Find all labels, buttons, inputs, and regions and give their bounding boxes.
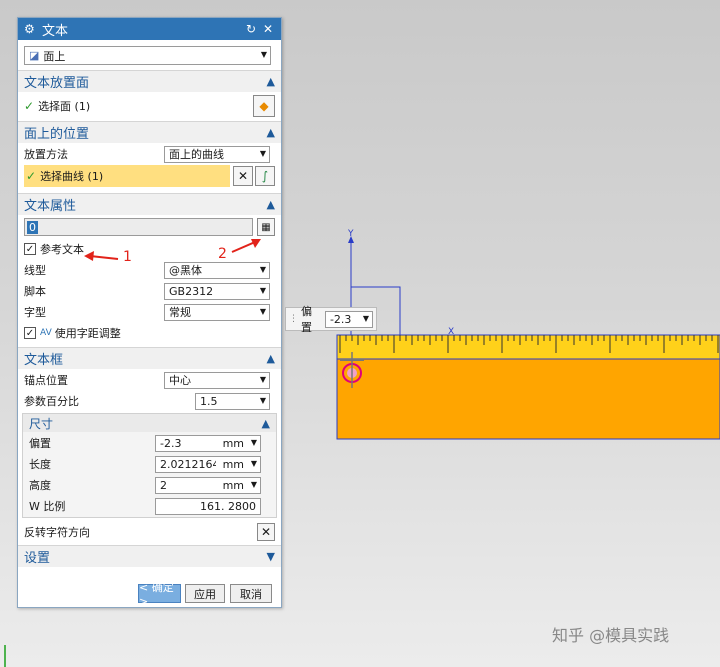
chevron-down-icon: ▼ <box>259 395 266 405</box>
text-input[interactable]: 0 <box>24 218 253 236</box>
style-label: 字型 <box>24 306 46 319</box>
chevron-down-icon: ▼ <box>259 264 266 274</box>
offset-input[interactable]: -2.3 mm ▼ <box>155 434 261 452</box>
check-icon: ✓ <box>26 169 37 183</box>
annotation-2: 2 <box>218 246 227 262</box>
apply-button[interactable]: 应用 <box>185 584 225 603</box>
length-input[interactable]: 2.02121640 mm ▼ <box>155 455 261 473</box>
chevron-up-icon[interactable]: ▲ <box>267 75 275 88</box>
check-icon: ✓ <box>24 99 35 113</box>
face-type-icon: ◪ <box>29 49 40 62</box>
offset-label: 偏置 <box>29 437 51 450</box>
wscale-label: W 比例 <box>29 500 66 513</box>
font-label: 线型 <box>24 264 46 277</box>
script-label: 脚本 <box>24 285 46 298</box>
dialog-titlebar: ⚙ 文本 ↻ ✕ <box>18 18 281 40</box>
axis-y-label: Y <box>348 229 354 239</box>
chevron-down-icon: ▼ <box>250 458 257 468</box>
section-settings[interactable]: 设置 ▼ <box>18 545 281 567</box>
text-editor-icon[interactable]: ▦ <box>257 218 275 236</box>
ref-text-checkbox[interactable]: ✓ <box>24 243 36 255</box>
reset-icon[interactable]: ↻ <box>244 22 258 36</box>
chevron-down-icon[interactable]: ▼ <box>267 550 275 563</box>
anchor-dropdown[interactable]: 中心 ▼ <box>164 371 270 389</box>
chevron-down-icon: ▼ <box>250 479 257 489</box>
text-dialog: ⚙ 文本 ↻ ✕ ◪ 面上 ▼ 文本放置面 ▲ ✓ 选择面 (1) ◆ 面上的位… <box>17 17 282 608</box>
select-curve-row[interactable]: ✓ 选择曲线 (1) <box>24 165 230 187</box>
axis-x-label: X <box>448 327 455 337</box>
float-offset-input[interactable]: -2.3 ▼ <box>324 310 373 328</box>
length-label: 长度 <box>29 458 51 471</box>
section-placement-face[interactable]: 文本放置面 ▲ <box>18 70 281 92</box>
gear-icon[interactable]: ⚙ <box>24 22 38 36</box>
kerning-label: 使用字距调整 <box>54 327 121 340</box>
script-dropdown[interactable]: GB2312 ▼ <box>164 282 270 300</box>
chevron-up-icon[interactable]: ▲ <box>267 126 275 139</box>
anchor-label: 锚点位置 <box>24 374 68 387</box>
close-icon[interactable]: ✕ <box>261 22 275 36</box>
annotation-1: 1 <box>123 249 132 265</box>
chevron-down-icon: ▼ <box>259 285 266 295</box>
chevron-down-icon: ▼ <box>259 306 266 316</box>
wscale-input[interactable]: 161. 2800 <box>155 497 261 515</box>
dialog-title: 文本 <box>42 23 69 39</box>
param-label: 参数百分比 <box>24 395 79 408</box>
reverse-label: 反转字符方向 <box>24 526 90 539</box>
section-position-on-face[interactable]: 面上的位置 ▲ <box>18 121 281 143</box>
drag-handle-icon[interactable]: ⋮ <box>289 314 298 324</box>
cancel-button[interactable]: 取消 <box>230 584 272 603</box>
param-dropdown[interactable]: 1.5 ▼ <box>195 392 270 410</box>
section-text-box[interactable]: 文本框 ▲ <box>18 347 281 369</box>
float-offset-label: 偏置 <box>301 305 312 334</box>
chevron-up-icon[interactable]: ▲ <box>267 198 275 211</box>
type-dropdown[interactable]: ◪ 面上 ▼ <box>24 46 271 65</box>
height-label: 高度 <box>29 479 51 492</box>
style-dropdown[interactable]: 常规 ▼ <box>164 303 270 321</box>
watermark: 知乎 @模具实践 <box>552 626 670 645</box>
chevron-up-icon[interactable]: ▲ <box>267 352 275 365</box>
chevron-down-icon: ▼ <box>362 313 369 323</box>
height-input[interactable]: 2 mm ▼ <box>155 476 261 494</box>
select-face-label[interactable]: 选择面 (1) <box>38 98 253 114</box>
ok-button[interactable]: < 确定 > <box>138 581 181 608</box>
cross-icon[interactable]: ✕ <box>233 166 253 186</box>
font-dropdown[interactable]: @黑体 ▼ <box>164 261 270 279</box>
offset-float-box: ⋮ 偏置 -2.3 ▼ <box>285 305 377 334</box>
chevron-down-icon: ▼ <box>250 437 257 447</box>
ref-text-label: 参考文本 <box>40 243 84 256</box>
method-dropdown[interactable]: 面上的曲线 ▼ <box>164 145 270 163</box>
orange-block <box>336 358 720 440</box>
kerning-checkbox[interactable]: ✓ <box>24 327 36 339</box>
face-select-button[interactable]: ◆ <box>253 95 275 117</box>
section-dimensions[interactable]: 尺寸 ▲ <box>23 414 276 432</box>
method-label: 放置方法 <box>24 148 68 161</box>
chevron-up-icon[interactable]: ▲ <box>262 417 270 430</box>
section-text-properties[interactable]: 文本属性 ▲ <box>18 193 281 215</box>
dimensions-group: 尺寸 ▲ 偏置 -2.3 mm ▼ 长度 2.02121640 mm ▼ 高度 … <box>22 413 277 518</box>
kerning-icon: AV <box>40 328 52 338</box>
chevron-down-icon: ▼ <box>259 148 266 158</box>
curve-select-icon[interactable]: ∫ <box>255 166 275 186</box>
chevron-down-icon: ▼ <box>259 374 266 384</box>
chevron-down-icon: ▼ <box>260 50 267 59</box>
reverse-direction-icon[interactable]: ✕ <box>257 523 275 541</box>
